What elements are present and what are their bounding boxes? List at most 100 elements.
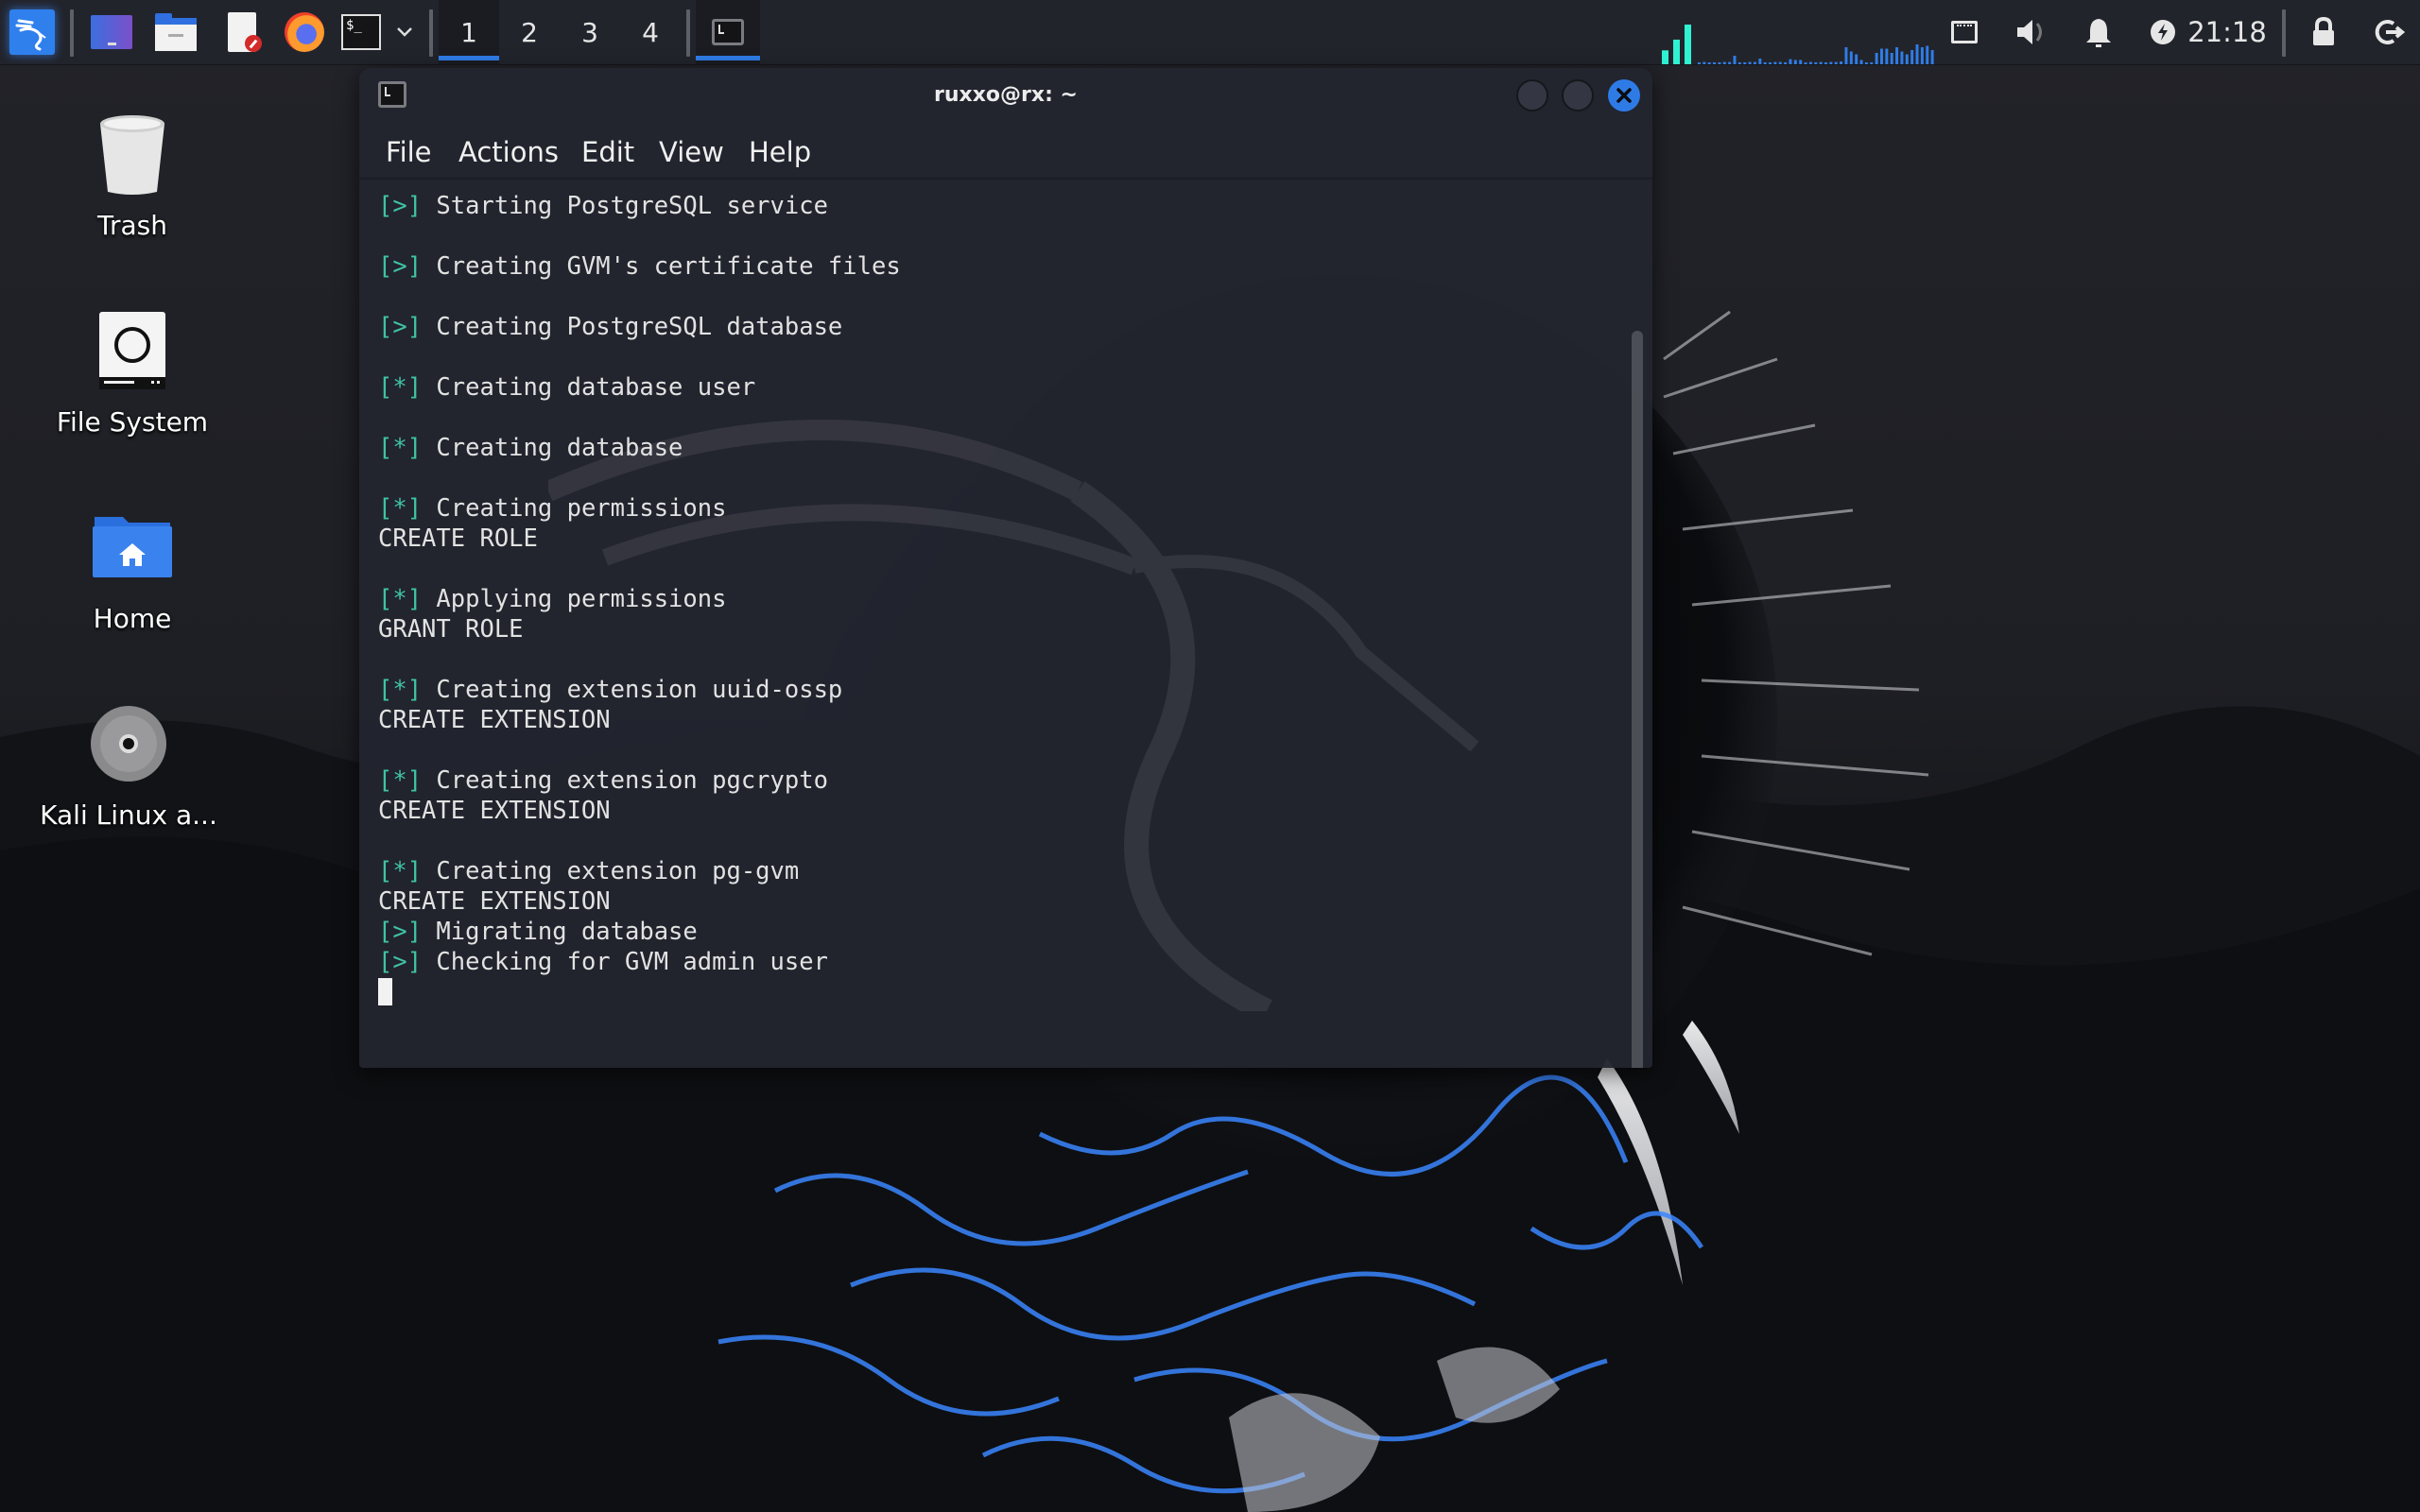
close-button[interactable] xyxy=(1608,79,1640,112)
terminal-line: [*] Creating database user xyxy=(378,372,901,403)
workspace-3[interactable]: 3 xyxy=(560,0,620,64)
line-text: CREATE EXTENSION xyxy=(378,797,611,825)
task-terminal-window[interactable] xyxy=(696,0,760,64)
cpu-core-bar xyxy=(1673,39,1680,64)
terminal-line: CREATE EXTENSION xyxy=(378,796,901,826)
lock-screen-button[interactable] xyxy=(2303,0,2344,64)
cpu-graph[interactable] xyxy=(1652,13,1936,64)
folder-icon xyxy=(155,13,197,51)
line-text: CREATE EXTENSION xyxy=(378,887,611,916)
workspace-2[interactable]: 2 xyxy=(499,0,560,64)
notifications-tray-button[interactable] xyxy=(2078,0,2119,64)
status-prefix: [*] xyxy=(378,676,423,704)
terminal-icon xyxy=(712,19,744,45)
line-text: CREATE EXTENSION xyxy=(378,706,611,734)
taskbar-separator xyxy=(686,9,690,57)
terminal-line: [*] Creating permissions xyxy=(378,493,901,524)
status-prefix: [*] xyxy=(378,494,423,523)
show-desktop-launcher[interactable] xyxy=(89,0,134,64)
clock[interactable]: 21:18 xyxy=(2187,0,2267,64)
terminal-line: [*] Creating extension pg-gvm xyxy=(378,856,901,886)
terminal-line: CREATE EXTENSION xyxy=(378,886,901,917)
window-titlebar[interactable]: ruxxo@rx: ~ xyxy=(359,68,1652,123)
cpu-history-bar xyxy=(1718,62,1721,64)
line-text: Creating database xyxy=(422,434,683,462)
line-text: Creating extension pg-gvm xyxy=(422,857,800,885)
status-prefix: [>] xyxy=(378,918,423,946)
cpu-history-bar xyxy=(1895,47,1899,64)
cpu-history-bar xyxy=(1824,62,1827,64)
terminal-launcher[interactable]: $_ xyxy=(338,0,384,64)
status-prefix: [>] xyxy=(378,313,423,341)
cpu-history-bar xyxy=(1703,61,1706,64)
minimize-button[interactable] xyxy=(1516,79,1548,112)
cpu-history-bar xyxy=(1737,62,1741,64)
terminal-line: [>] Checking for GVM admin user xyxy=(378,947,901,977)
workspace-1[interactable]: 1 xyxy=(439,0,499,64)
network-tray-button[interactable] xyxy=(1944,0,1985,64)
taskbar: $_ 1 2 3 4 21:18 xyxy=(0,0,2420,65)
firefox-launcher[interactable] xyxy=(282,0,327,64)
menu-actions[interactable]: Actions xyxy=(458,136,559,168)
cpu-history-bar xyxy=(1819,61,1823,64)
text-editor-launcher[interactable] xyxy=(221,0,267,64)
taskbar-separator xyxy=(429,9,433,57)
cpu-history-bar xyxy=(1875,53,1878,64)
cpu-history-bar xyxy=(1905,54,1909,64)
cpu-history-bar xyxy=(1778,61,1782,64)
taskbar-separator xyxy=(70,9,74,57)
volume-tray-button[interactable] xyxy=(2012,0,2053,64)
desktop-icon-kali-linux-media[interactable]: Kali Linux a... xyxy=(34,701,223,831)
cpu-history-bar xyxy=(1793,60,1797,64)
cpu-core-bar xyxy=(1662,50,1668,64)
launcher-dropdown-button[interactable] xyxy=(393,0,416,64)
cpu-history-bar xyxy=(1784,62,1788,64)
terminal-line: CREATE ROLE xyxy=(378,524,901,554)
desktop-icon-file-system[interactable]: File System xyxy=(38,308,227,438)
line-text: Creating extension pgcrypto xyxy=(422,766,828,795)
power-manager-tray-button[interactable] xyxy=(2142,0,2184,64)
cpu-history-bar xyxy=(1864,62,1868,64)
network-wired-icon xyxy=(1951,21,1978,43)
file-manager-launcher[interactable] xyxy=(153,0,199,64)
scrollbar[interactable] xyxy=(1632,331,1643,1068)
optical-disc-icon xyxy=(86,701,171,786)
taskbar-separator xyxy=(2282,9,2286,57)
line-text: Creating permissions xyxy=(422,494,727,523)
menu-view[interactable]: View xyxy=(659,136,724,168)
terminal-output[interactable]: [>] Starting PostgreSQL service [>] Creat… xyxy=(359,180,1652,1068)
line-text: CREATE ROLE xyxy=(378,524,538,553)
cpu-history-bar xyxy=(1753,61,1756,64)
cpu-history-bar xyxy=(1773,61,1777,64)
terminal-line: [>] Creating GVM's certificate files xyxy=(378,251,901,282)
logout-button[interactable] xyxy=(2369,0,2411,64)
cpu-history-bar xyxy=(1748,61,1752,64)
cpu-history-bar xyxy=(1707,62,1711,64)
desktop-icon-home[interactable]: Home xyxy=(38,505,227,634)
menu-edit[interactable]: Edit xyxy=(581,136,634,168)
terminal-icon: $_ xyxy=(341,14,381,50)
cpu-history-bar xyxy=(1799,60,1803,64)
menu-file[interactable]: File xyxy=(386,136,432,168)
maximize-button[interactable] xyxy=(1562,79,1594,112)
workspace-4[interactable]: 4 xyxy=(620,0,681,64)
home-folder-icon xyxy=(90,505,175,590)
cpu-history-bar xyxy=(1920,47,1924,64)
cpu-history-bar xyxy=(1758,59,1762,64)
status-prefix: [*] xyxy=(378,766,423,795)
terminal-line: [>] Starting PostgreSQL service xyxy=(378,191,901,221)
cpu-history-bar xyxy=(1834,61,1838,64)
kali-menu-button[interactable] xyxy=(8,0,57,64)
menu-help[interactable]: Help xyxy=(749,136,811,168)
cpu-core-bar xyxy=(1685,25,1691,64)
cpu-history-bar xyxy=(1855,54,1858,64)
lock-icon xyxy=(2313,17,2334,45)
status-prefix: [*] xyxy=(378,434,423,462)
bell-icon xyxy=(2086,19,2111,47)
terminal-line: [*] Creating database xyxy=(378,433,901,463)
desktop-icon-trash[interactable]: Trash xyxy=(38,112,227,241)
